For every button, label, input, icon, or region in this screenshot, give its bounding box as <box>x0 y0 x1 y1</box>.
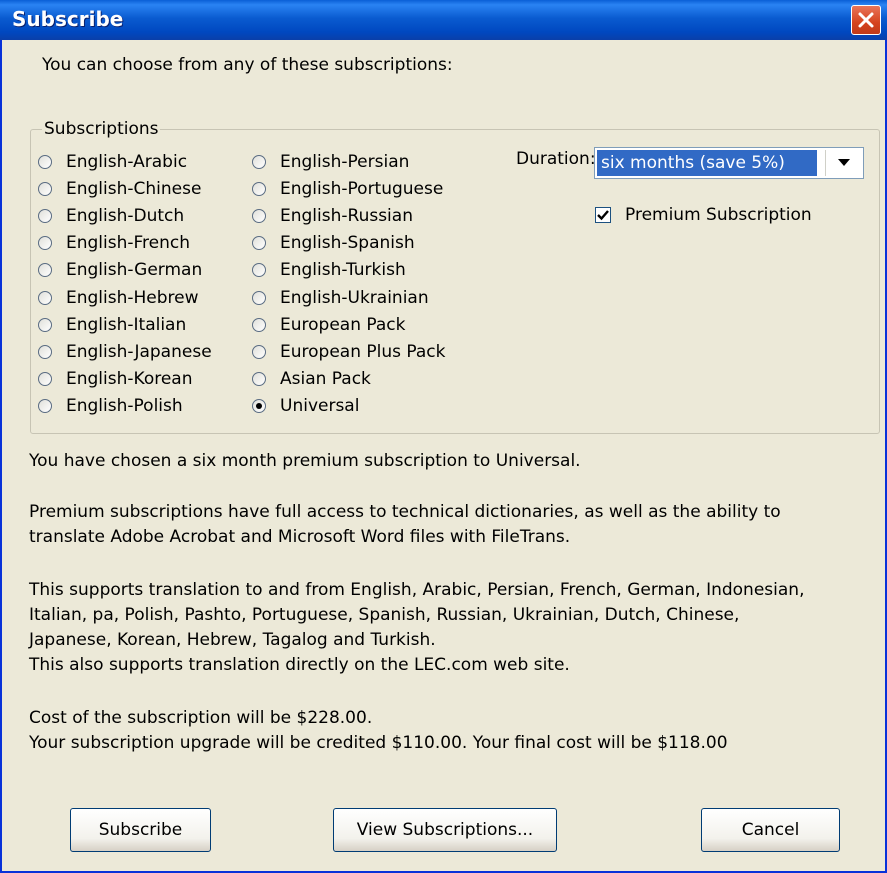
radio-label: English-Italian <box>66 314 187 335</box>
radio-circle[interactable] <box>252 208 266 223</box>
radio-label: English-Portuguese <box>280 178 444 199</box>
language-support-line: Japanese, Korean, Hebrew, Tagalog and Tu… <box>29 630 436 650</box>
radio-english-turkish[interactable]: English-Turkish <box>252 257 406 282</box>
radio-circle[interactable] <box>252 344 266 359</box>
radio-label: English-Spanish <box>280 232 415 253</box>
radio-english-russian[interactable]: English-Russian <box>252 203 413 228</box>
radio-english-french[interactable]: English-French <box>38 230 190 255</box>
radio-english-german[interactable]: English-German <box>38 257 202 282</box>
language-support-line: This supports translation to and from En… <box>29 580 805 600</box>
subscriptions-group-label: Subscriptions <box>42 119 161 139</box>
premium-description-line: Premium subscriptions have full access t… <box>29 502 781 522</box>
web-support-line: This also supports translation directly … <box>29 655 570 675</box>
credit-line: Your subscription upgrade will be credit… <box>29 733 728 753</box>
radio-circle[interactable] <box>252 235 266 250</box>
radio-label: English-Chinese <box>66 178 202 199</box>
radio-english-polish[interactable]: English-Polish <box>38 393 183 418</box>
radio-circle[interactable] <box>38 181 52 196</box>
radio-english-dutch[interactable]: English-Dutch <box>38 203 184 228</box>
radio-english-portuguese[interactable]: English-Portuguese <box>252 176 443 201</box>
radio-circle[interactable] <box>252 371 266 386</box>
radio-label: Asian Pack <box>280 368 371 389</box>
radio-label: English-Ukrainian <box>280 287 429 308</box>
chevron-down-icon <box>838 159 850 166</box>
radio-label: English-Dutch <box>66 205 185 226</box>
close-icon <box>858 12 874 28</box>
title-bar[interactable]: Subscribe <box>0 0 887 40</box>
radio-label: English-Turkish <box>280 259 406 280</box>
radio-english-spanish[interactable]: English-Spanish <box>252 230 415 255</box>
radio-label: English-Russian <box>280 205 413 226</box>
radio-circle[interactable] <box>252 262 266 277</box>
radio-english-japanese[interactable]: English-Japanese <box>38 339 212 364</box>
radio-english-persian[interactable]: English-Persian <box>252 149 409 174</box>
radio-circle[interactable] <box>38 344 52 359</box>
view-subscriptions-button[interactable]: View Subscriptions... <box>333 808 557 852</box>
radio-asian-pack[interactable]: Asian Pack <box>252 366 371 391</box>
radio-label: English-German <box>66 259 203 280</box>
radio-label: European Plus Pack <box>280 341 446 362</box>
selection-summary: You have chosen a six month premium subs… <box>29 451 581 471</box>
duration-label: Duration: <box>516 149 596 169</box>
radio-circle[interactable] <box>38 317 52 332</box>
radio-english-ukrainian[interactable]: English-Ukrainian <box>252 285 429 310</box>
radio-circle[interactable] <box>252 290 266 305</box>
radio-circle[interactable] <box>38 371 52 386</box>
radio-english-italian[interactable]: English-Italian <box>38 312 186 337</box>
cost-line: Cost of the subscription will be $228.00… <box>29 708 373 728</box>
premium-label: Premium Subscription <box>625 205 812 225</box>
radio-label: English-Korean <box>66 368 193 389</box>
radio-label: European Pack <box>280 314 406 335</box>
radio-circle[interactable] <box>38 235 52 250</box>
window-title: Subscribe <box>12 7 124 31</box>
premium-description-line: translate Adobe Acrobat and Microsoft Wo… <box>29 527 571 547</box>
radio-circle[interactable] <box>38 262 52 277</box>
dropdown-button[interactable] <box>825 150 861 176</box>
radio-circle[interactable] <box>252 154 266 169</box>
premium-subscription-option[interactable]: Premium Subscription <box>595 205 812 225</box>
radio-circle-selected[interactable] <box>252 398 266 413</box>
radio-circle[interactable] <box>38 208 52 223</box>
radio-universal[interactable]: Universal <box>252 393 359 418</box>
cancel-button[interactable]: Cancel <box>701 808 840 852</box>
radio-circle[interactable] <box>38 290 52 305</box>
radio-english-hebrew[interactable]: English-Hebrew <box>38 285 199 310</box>
radio-label: English-Hebrew <box>66 287 199 308</box>
duration-select[interactable]: six months (save 5%) <box>594 147 864 179</box>
subscribe-dialog: Subscribe You can choose from any of the… <box>0 0 887 873</box>
radio-label: English-Arabic <box>66 151 188 172</box>
close-button[interactable] <box>851 5 881 35</box>
radio-label: Universal <box>280 395 360 416</box>
radio-label: English-Japanese <box>66 341 212 362</box>
radio-circle[interactable] <box>38 398 52 413</box>
duration-selected-value: six months (save 5%) <box>597 150 817 176</box>
radio-circle[interactable] <box>252 181 266 196</box>
radio-european-plus-pack[interactable]: European Plus Pack <box>252 339 445 364</box>
checkmark-icon <box>597 210 609 221</box>
premium-checkbox[interactable] <box>595 207 611 223</box>
radio-english-arabic[interactable]: English-Arabic <box>38 149 187 174</box>
radio-label: English-French <box>66 232 191 253</box>
intro-text: You can choose from any of these subscri… <box>42 55 453 75</box>
radio-english-chinese[interactable]: English-Chinese <box>38 176 201 201</box>
language-support-line: Italian, pa, Polish, Pashto, Portuguese,… <box>29 605 740 625</box>
radio-circle[interactable] <box>38 154 52 169</box>
radio-label: English-Persian <box>280 151 410 172</box>
radio-english-korean[interactable]: English-Korean <box>38 366 193 391</box>
radio-circle[interactable] <box>252 317 266 332</box>
radio-european-pack[interactable]: European Pack <box>252 312 405 337</box>
radio-label: English-Polish <box>66 395 183 416</box>
subscribe-button[interactable]: Subscribe <box>70 808 211 852</box>
